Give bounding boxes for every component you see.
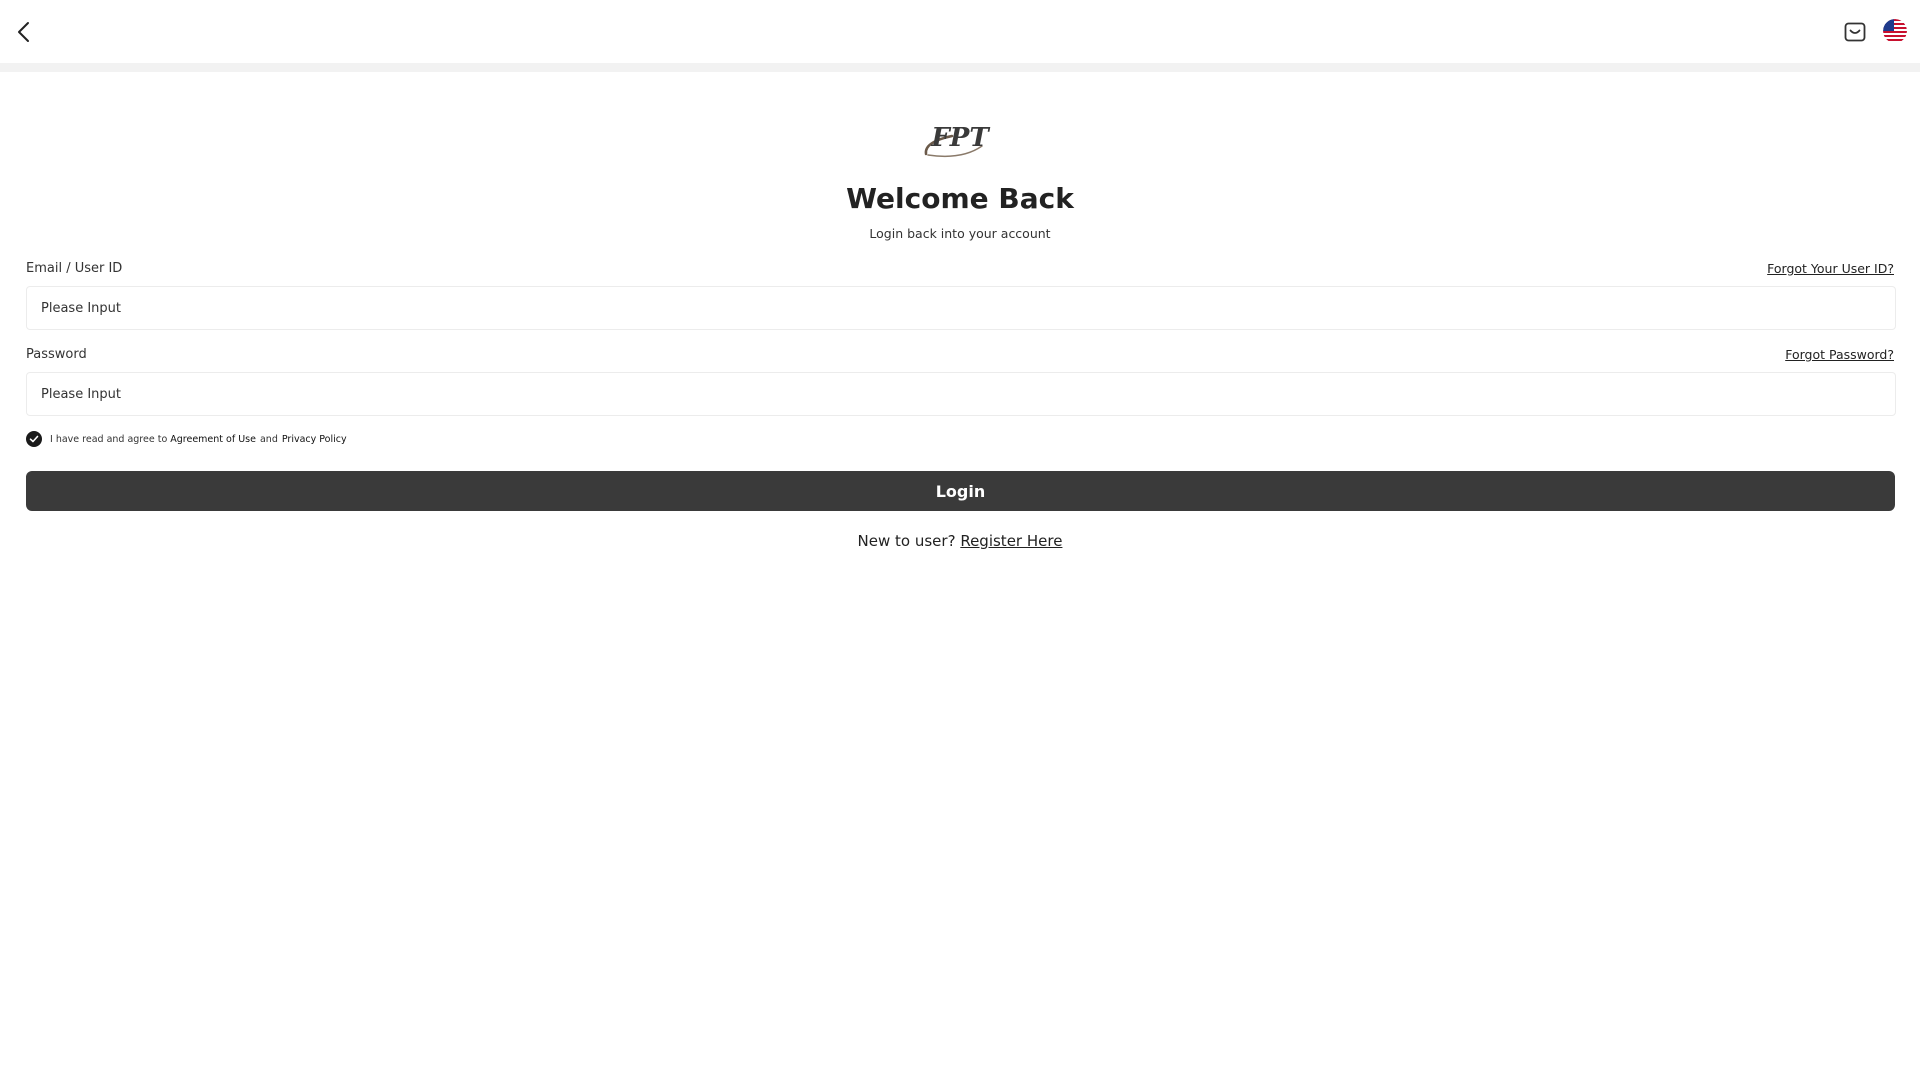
agreement-text: I have read and agree to: [50, 433, 168, 445]
password-label: Password: [26, 347, 87, 362]
forgot-password-link[interactable]: Forgot Password?: [1785, 346, 1894, 364]
back-button[interactable]: [10, 17, 38, 47]
support-button[interactable]: [1843, 20, 1867, 44]
register-link[interactable]: Register Here: [960, 532, 1062, 550]
chevron-left-icon: [18, 22, 29, 42]
svg-text:FPT: FPT: [930, 123, 990, 153]
check-icon: [29, 435, 39, 443]
page-title: Welcome Back: [846, 182, 1074, 215]
email-label: Email / User ID: [26, 261, 123, 276]
fpt-logo: FPT: [922, 116, 998, 158]
register-prompt: New to user?: [857, 532, 956, 550]
header-divider: [0, 63, 1920, 72]
us-flag-icon: [1883, 19, 1907, 43]
password-field[interactable]: [26, 372, 1896, 416]
privacy-policy-link[interactable]: Privacy Policy: [282, 434, 347, 445]
agreement-of-use-link[interactable]: Agreement of Use: [170, 434, 256, 445]
agreement-checkbox[interactable]: [26, 431, 42, 447]
login-button[interactable]: Login: [26, 471, 1895, 511]
top-bar: [0, 0, 1920, 63]
register-row: New to user? Register Here: [0, 530, 1920, 552]
page-subtitle: Login back into your account: [869, 226, 1051, 241]
agreement-row: I have read and agree to Agreement of Us…: [26, 430, 347, 448]
language-button[interactable]: [1883, 19, 1907, 43]
forgot-user-id-link[interactable]: Forgot Your User ID?: [1767, 260, 1894, 278]
email-field[interactable]: [26, 286, 1896, 330]
agreement-and-text: and: [259, 433, 278, 445]
message-icon: [1844, 22, 1866, 42]
